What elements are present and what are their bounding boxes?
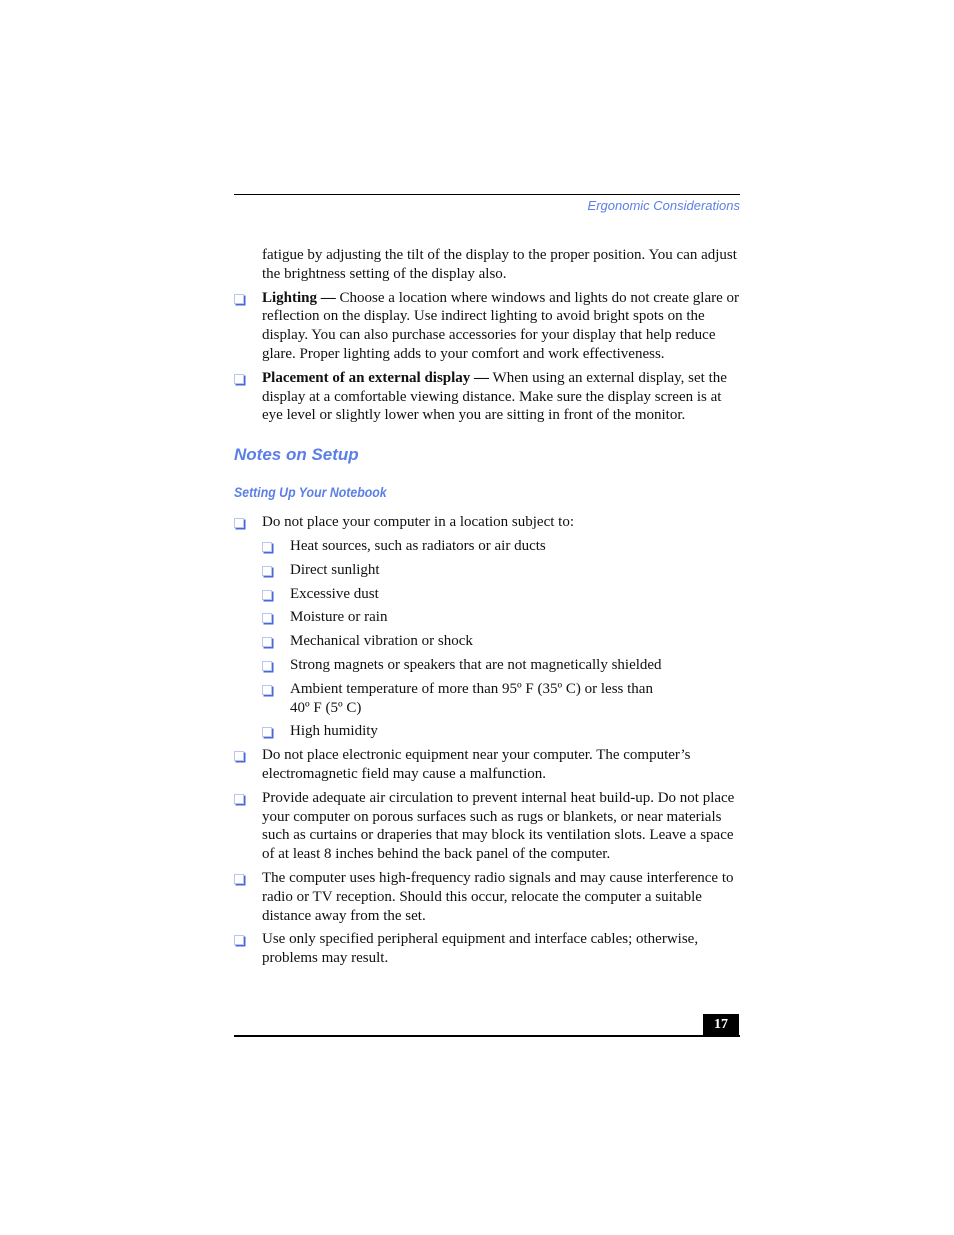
item-term: Lighting —	[262, 289, 336, 306]
item-text: Provide adequate air circulation to prev…	[262, 789, 735, 863]
square-bullet-icon	[262, 565, 272, 576]
square-bullet-icon	[262, 637, 272, 648]
square-bullet-icon	[262, 727, 272, 738]
list-item: Do not place electronic equipment near y…	[234, 746, 744, 784]
square-bullet-icon	[234, 873, 244, 884]
item-term: Placement of an external display —	[262, 369, 490, 386]
item-text: Direct sunlight	[290, 561, 380, 578]
square-bullet-icon	[234, 751, 244, 762]
list-item: The computer uses high-frequency radio s…	[234, 869, 744, 925]
list-item-external-display: Placement of an external display — When …	[234, 369, 744, 425]
running-header: Ergonomic Considerations	[587, 198, 740, 213]
square-bullet-icon	[262, 589, 272, 600]
square-bullet-icon	[234, 293, 244, 304]
item-text: Mechanical vibration or shock	[290, 633, 473, 650]
sub-list-item: Heat sources, such as radiators or air d…	[262, 537, 744, 556]
square-bullet-icon	[262, 541, 272, 552]
sub-list-item: Moisture or rain	[262, 608, 744, 627]
square-bullet-icon	[262, 613, 272, 624]
footer-rule	[234, 1035, 740, 1037]
square-bullet-icon	[234, 793, 244, 804]
item-text: Ambient temperature of more than 95º F (…	[290, 680, 653, 716]
item-text: Strong magnets or speakers that are not …	[290, 656, 662, 673]
page-content: fatigue by adjusting the tilt of the dis…	[234, 246, 744, 973]
square-bullet-icon	[234, 373, 244, 384]
item-text: Excessive dust	[290, 585, 379, 602]
list-item: Use only specified peripheral equipment …	[234, 930, 744, 968]
intro-paragraph: fatigue by adjusting the tilt of the dis…	[262, 247, 737, 282]
list-item-lighting: Lighting — Choose a location where windo…	[234, 289, 744, 364]
section-title: Notes on Setup	[234, 445, 359, 465]
subsection-title: Setting Up Your Notebook	[234, 484, 387, 501]
square-bullet-icon	[234, 935, 244, 946]
sub-list-item: Strong magnets or speakers that are not …	[262, 656, 744, 675]
item-text: High humidity	[290, 723, 378, 740]
sub-list-item: High humidity	[262, 722, 744, 741]
item-text: Moisture or rain	[290, 609, 388, 626]
item-text: Use only specified peripheral equipment …	[262, 931, 699, 967]
sub-list-item: Direct sunlight	[262, 561, 744, 580]
square-bullet-icon	[234, 518, 244, 529]
sub-list-item: Mechanical vibration or shock	[262, 632, 744, 651]
square-bullet-icon	[262, 660, 272, 671]
list-item: Do not place your computer in a location…	[234, 513, 744, 532]
item-text: The computer uses high-frequency radio s…	[262, 869, 734, 924]
list-item: Provide adequate air circulation to prev…	[234, 789, 744, 864]
header-rule	[234, 194, 740, 195]
item-text: Do not place your computer in a location…	[262, 514, 574, 531]
sub-list-item: Excessive dust	[262, 585, 744, 604]
sub-list-item: Ambient temperature of more than 95º F (…	[262, 680, 670, 718]
item-text: Do not place electronic equipment near y…	[262, 747, 691, 782]
item-text: Heat sources, such as radiators or air d…	[290, 537, 546, 554]
square-bullet-icon	[262, 684, 272, 695]
page-number: 17	[703, 1014, 739, 1036]
